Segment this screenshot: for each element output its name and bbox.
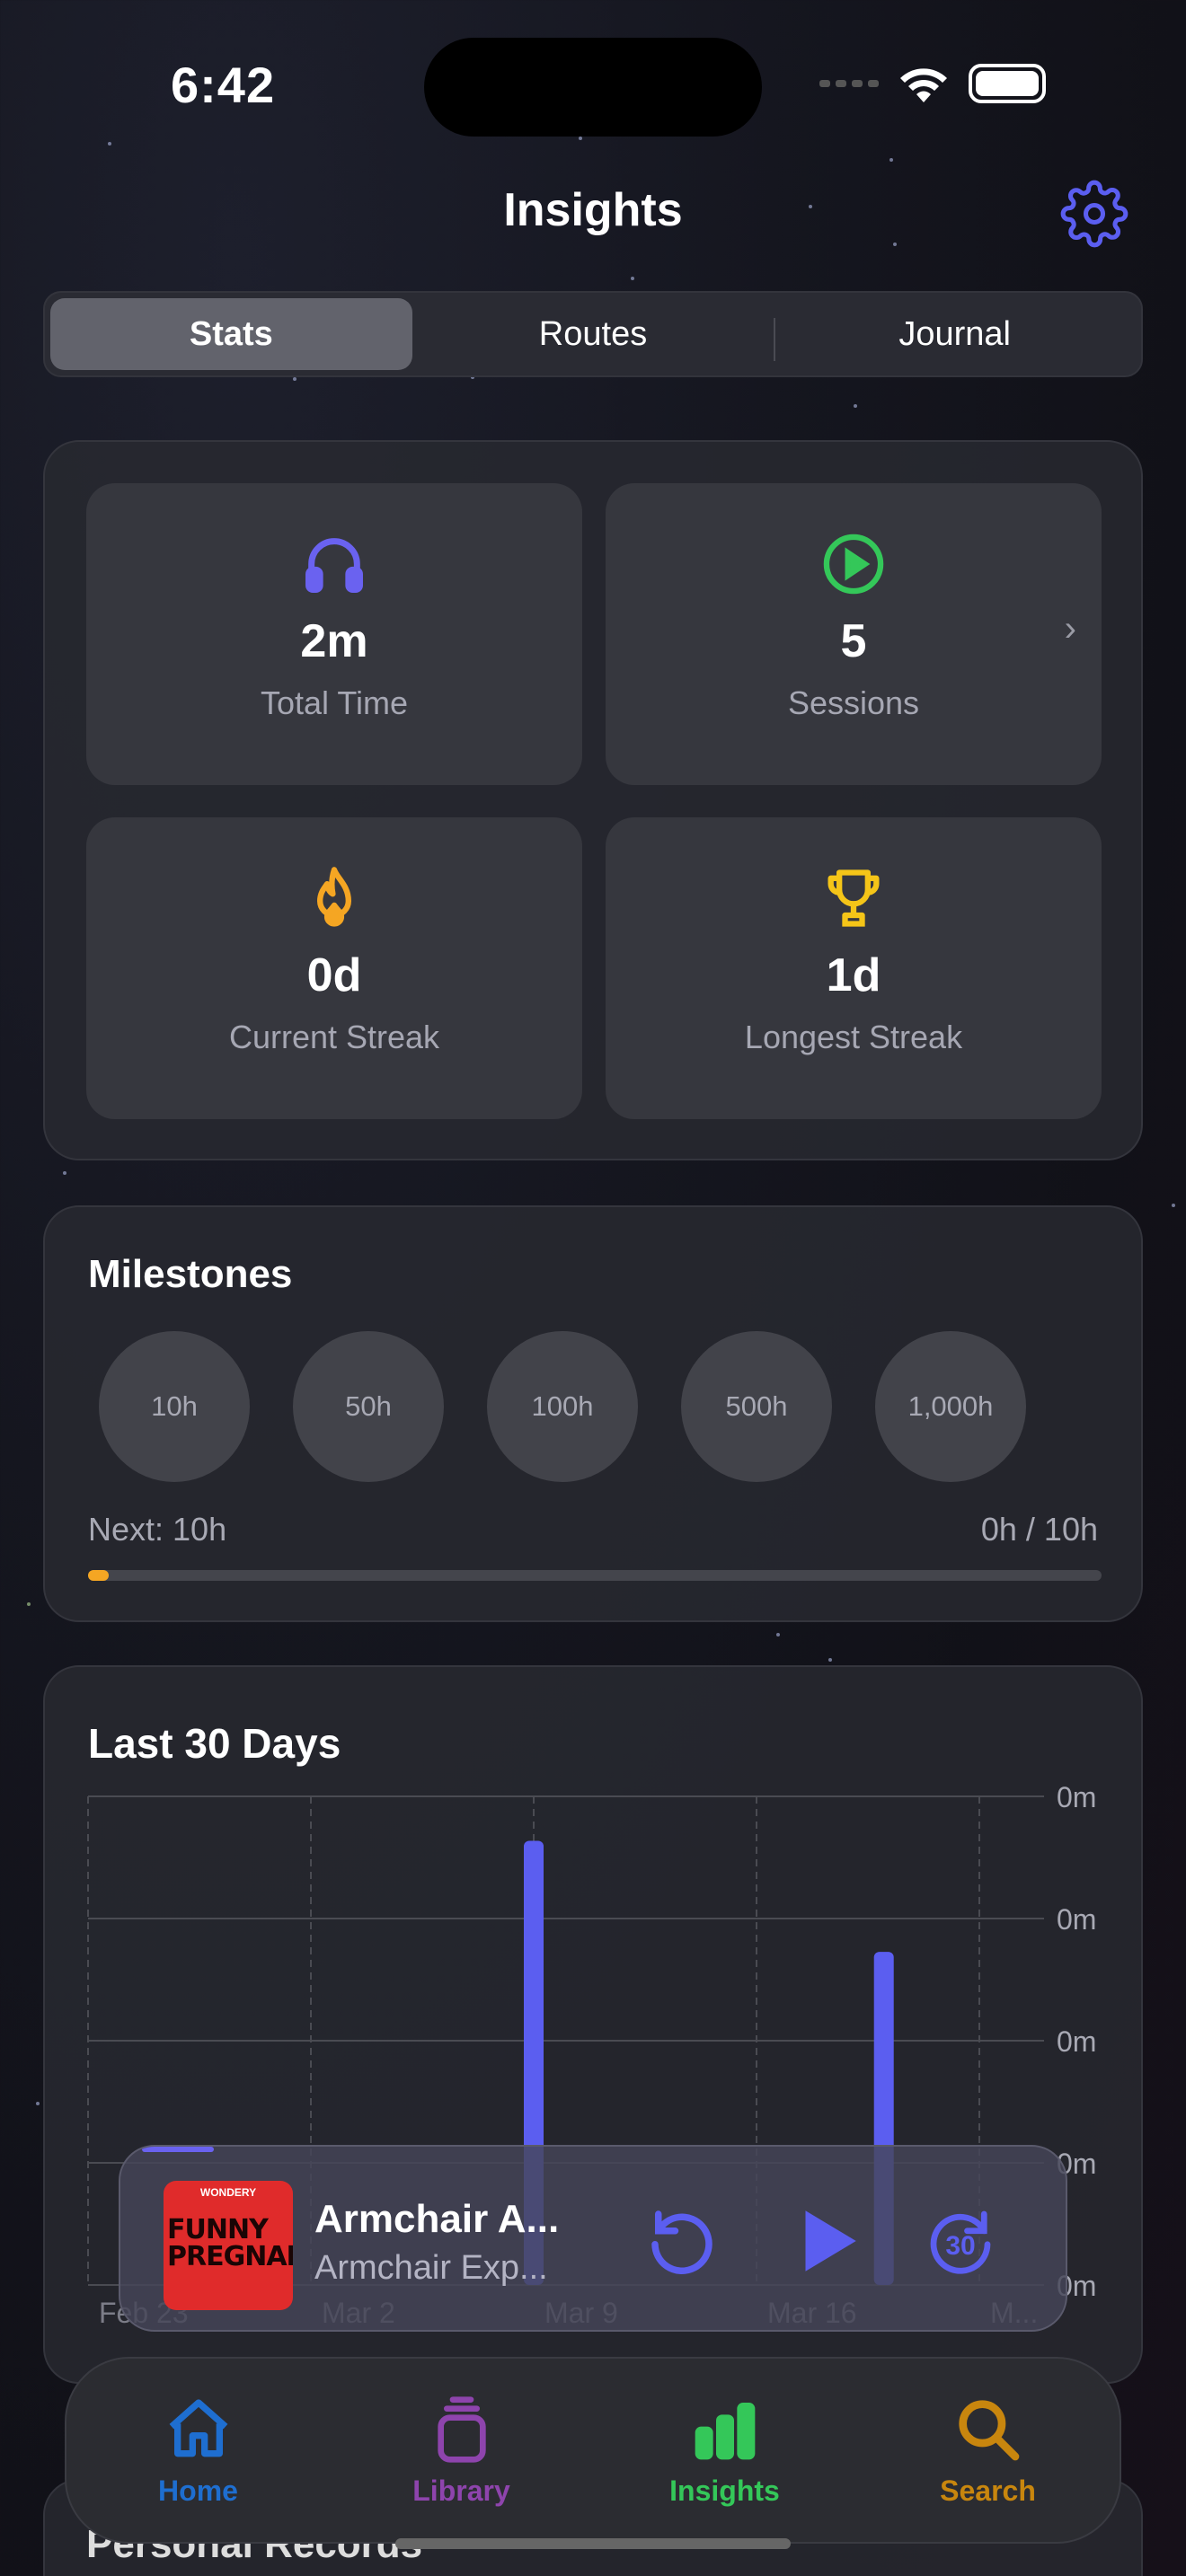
stat-value: 0d <box>306 949 362 1001</box>
trophy-icon <box>828 869 880 927</box>
stat-value: 1d <box>826 949 881 1001</box>
stat-label: Sessions <box>787 684 920 721</box>
tab-search[interactable]: Search <box>856 2359 1120 2542</box>
milestone-progress-fill <box>88 1570 109 1581</box>
milestone-badge: 1,000h <box>875 1331 1026 1482</box>
artwork-brand: WONDERY <box>199 2186 257 2199</box>
stat-label: Total Time <box>260 684 409 721</box>
tab-bar: Home Library Insights Search <box>65 2357 1121 2544</box>
gear-icon[interactable] <box>1060 180 1128 248</box>
tab-journal-label: Journal <box>898 314 1011 353</box>
skip-forward-icon[interactable]: 30 <box>920 2201 1001 2281</box>
milestones-title: Milestones <box>88 1252 293 1296</box>
player-subtitle: Armchair Exp... <box>314 2249 548 2287</box>
tab-label: Home <box>158 2474 238 2507</box>
tab-library[interactable]: Library <box>330 2359 593 2542</box>
tab-stats[interactable]: Stats <box>50 298 412 370</box>
bar-chart-icon <box>695 2402 755 2459</box>
tab-home[interactable]: Home <box>66 2359 330 2542</box>
stat-longest-streak: 1d Longest Streak <box>606 817 1102 1119</box>
y-tick-label: 0m <box>1057 1903 1096 1936</box>
tab-routes[interactable]: Routes <box>412 298 774 370</box>
milestones-panel: Milestones 10h 50h 100h 500h 1,000h Next… <box>43 1205 1143 1622</box>
skip-forward-label: 30 <box>945 2231 975 2261</box>
podcast-artwork: WONDERY FUNNY PREGNANCY <box>164 2181 293 2310</box>
wifi-icon <box>900 68 947 102</box>
dynamic-island <box>424 38 762 137</box>
mini-player[interactable]: WONDERY FUNNY PREGNANCY Armchair A... Ar… <box>119 2145 1067 2332</box>
milestone-badge: 500h <box>681 1331 832 1482</box>
battery-icon <box>969 64 1046 103</box>
magnifier-icon <box>958 2399 1019 2460</box>
tab-label: Insights <box>669 2474 780 2507</box>
home-indicator <box>395 2538 791 2549</box>
stat-current-streak: 0d Current Streak <box>86 817 582 1119</box>
milestone-badge: 100h <box>487 1331 638 1482</box>
tab-label: Library <box>412 2474 510 2507</box>
tab-journal[interactable]: Journal <box>774 298 1136 370</box>
stats-panel: 2m Total Time 5 Sessions › 0d Current St… <box>43 440 1143 1160</box>
stat-value: 2m <box>300 615 368 667</box>
headphones-icon <box>305 538 363 593</box>
play-icon[interactable] <box>785 2201 866 2281</box>
page-title: Insights <box>503 184 683 236</box>
status-time: 6:42 <box>171 57 276 113</box>
y-tick-label: 0m <box>1057 2025 1096 2058</box>
segment-divider <box>774 318 776 361</box>
player-title: Armchair A... <box>314 2197 560 2241</box>
tab-label: Search <box>940 2474 1036 2507</box>
stat-sessions[interactable]: 5 Sessions › <box>606 483 1102 785</box>
stat-label: Current Streak <box>228 1019 440 1055</box>
library-icon <box>437 2395 486 2463</box>
milestone-badge: 10h <box>99 1331 250 1482</box>
status-icons <box>819 63 1046 104</box>
house-icon <box>169 2398 227 2457</box>
segmented-control: Stats Routes Journal <box>43 291 1143 377</box>
milestone-next-label: Next: 10h <box>88 1511 227 1548</box>
skip-back-icon[interactable] <box>642 2201 722 2281</box>
artwork-title: FUNNY PREGNANCY <box>167 2214 293 2272</box>
milestone-badge: 50h <box>293 1331 444 1482</box>
flame-icon <box>317 867 351 927</box>
stat-total-time: 2m Total Time <box>86 483 582 785</box>
playback-progress-bar <box>142 2147 214 2152</box>
chevron-right-icon: › <box>1064 609 1076 648</box>
cellular-signal-icon <box>819 80 879 87</box>
play-circle-icon <box>823 534 884 595</box>
stat-value: 5 <box>840 615 867 667</box>
milestone-progress-bar <box>88 1570 1102 1581</box>
tab-insights[interactable]: Insights <box>593 2359 856 2542</box>
stat-label: Longest Streak <box>744 1019 963 1055</box>
y-tick-label: 0m <box>1057 1781 1096 1813</box>
milestone-progress-text: 0h / 10h <box>980 1511 1098 1548</box>
